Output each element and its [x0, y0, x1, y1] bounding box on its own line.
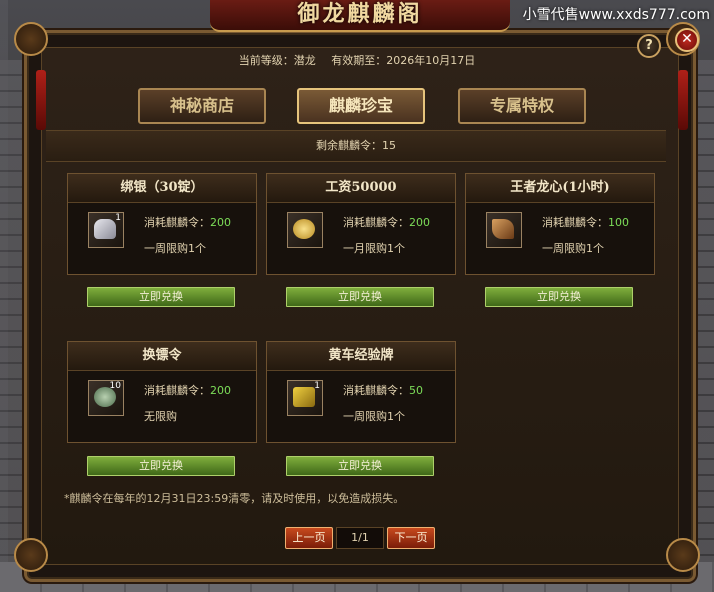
corner-ornament-icon — [14, 22, 48, 56]
cost-value: 50 — [409, 384, 423, 397]
exchange-button[interactable]: 立即兑换 — [87, 456, 235, 476]
item-cost: 消耗麒麟令：50 — [343, 382, 423, 398]
item-cost: 消耗麒麟令：200 — [144, 382, 231, 398]
silver-ingot-icon[interactable]: 1 — [88, 212, 124, 248]
item-limit: 无限购 — [144, 410, 177, 423]
item-card: 黄车经验牌 1 消耗麒麟令：50 一周限购1个 — [266, 341, 456, 443]
item-card: 王者龙心(1小时) 消耗麒麟令：100 一周限购1个 — [465, 173, 655, 275]
item-cost: 消耗麒麟令：200 — [343, 214, 430, 230]
close-button[interactable]: ✕ — [675, 28, 699, 52]
remaining-tokens: 剩余麒麟令：15 — [46, 130, 666, 162]
cost-value: 200 — [210, 216, 231, 229]
tab-mystery-shop[interactable]: 神秘商店 — [138, 88, 266, 124]
exchange-button[interactable]: 立即兑换 — [87, 287, 235, 307]
tab-qilin-treasure[interactable]: 麒麟珍宝 — [297, 88, 425, 124]
item-cost: 消耗麒麟令：200 — [144, 214, 231, 230]
cost-value: 200 — [210, 384, 231, 397]
tab-exclusive-privilege[interactable]: 专属特权 — [458, 88, 586, 124]
cost-prefix: 消耗麒麟令： — [343, 216, 409, 229]
window-title-banner: 御龙麒麟阁 — [210, 0, 510, 32]
corner-ornament-icon — [666, 538, 700, 572]
cost-prefix: 消耗麒麟令： — [144, 216, 210, 229]
corner-ornament-icon — [14, 538, 48, 572]
page-indicator: 1/1 — [336, 527, 384, 549]
item-name: 王者龙心(1小时) — [466, 174, 654, 203]
cost-prefix: 消耗麒麟令： — [343, 384, 409, 397]
item-card: 工资50000 消耗麒麟令：200 一月限购1个 — [266, 173, 456, 275]
cost-prefix: 消耗麒麟令： — [144, 384, 210, 397]
exchange-button[interactable]: 立即兑换 — [485, 287, 633, 307]
dragon-heart-icon[interactable] — [486, 212, 522, 248]
gold-coins-icon[interactable] — [287, 212, 323, 248]
cost-prefix: 消耗麒麟令： — [542, 216, 608, 229]
item-name: 工资50000 — [267, 174, 455, 203]
item-limit: 一周限购1个 — [343, 410, 405, 423]
item-quantity: 1 — [314, 381, 320, 391]
next-page-button[interactable]: 下一页 — [387, 527, 435, 549]
item-name: 黄车经验牌 — [267, 342, 455, 371]
escort-token-icon[interactable]: 10 — [88, 380, 124, 416]
item-name: 绑银（30锭） — [68, 174, 256, 203]
cost-value: 200 — [409, 216, 430, 229]
exchange-button[interactable]: 立即兑换 — [286, 456, 434, 476]
yellow-cart-icon[interactable]: 1 — [287, 380, 323, 416]
tab-bar: 神秘商店 麒麟珍宝 专属特权 — [0, 88, 714, 124]
level-label: 当前等级：潜龙 — [238, 54, 316, 67]
item-quantity: 1 — [115, 213, 121, 223]
cost-value: 100 — [608, 216, 629, 229]
item-card: 绑银（30锭） 1 消耗麒麟令：200 一周限购1个 — [67, 173, 257, 275]
watermark: 小雪代售www.xxds777.com — [522, 7, 710, 23]
item-cost: 消耗麒麟令：100 — [542, 214, 629, 230]
item-limit: 一周限购1个 — [542, 242, 604, 255]
expire-label: 有效期至：2026年10月17日 — [331, 54, 476, 67]
window-title: 御龙麒麟阁 — [297, 1, 423, 27]
help-button[interactable]: ? — [637, 34, 661, 58]
item-limit: 一周限购1个 — [144, 242, 206, 255]
exchange-button[interactable]: 立即兑换 — [286, 287, 434, 307]
prev-page-button[interactable]: 上一页 — [285, 527, 333, 549]
item-name: 换镖令 — [68, 342, 256, 371]
footnote: *麒麟令在每年的12月31日23:59清零，请及时使用，以免造成损失。 — [64, 492, 405, 505]
item-card: 换镖令 10 消耗麒麟令：200 无限购 — [67, 341, 257, 443]
player-info: 当前等级：潜龙 有效期至：2026年10月17日 — [0, 52, 714, 68]
item-limit: 一月限购1个 — [343, 242, 405, 255]
